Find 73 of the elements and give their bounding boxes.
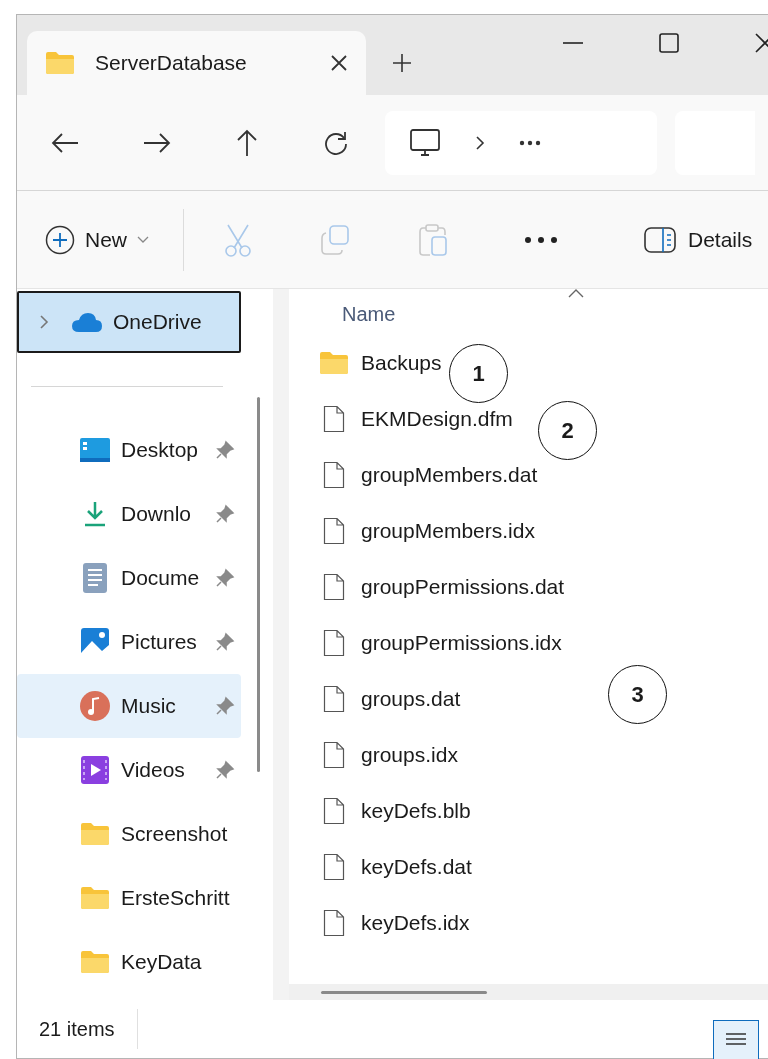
details-button[interactable]: Details [644,223,753,256]
file-row[interactable]: keyDefs.blb [319,783,471,839]
tab-title: ServerDatabase [95,50,248,77]
file-row[interactable]: groupMembers.idx [319,503,535,559]
file-row[interactable]: Backups [319,335,442,391]
folder-icon [80,822,110,846]
pin-icon [215,760,235,780]
sidebar-item[interactable]: ErsteSchritt [17,866,241,930]
close-icon[interactable] [330,54,348,72]
file-icon [323,797,345,825]
up-arrow-icon[interactable] [235,128,259,157]
file-row[interactable]: groupMembers.dat [319,447,538,503]
sidebar-item[interactable]: Docume [17,546,241,610]
tab[interactable]: ServerDatabase [27,31,366,95]
more-icon[interactable] [524,235,558,244]
sort-caret-icon [568,289,584,298]
sidebar-item[interactable]: KeyData [17,930,241,994]
horizontal-scrollbar[interactable] [289,984,768,1000]
desktop-icon [79,437,111,463]
pin-icon [215,440,235,460]
more-icon[interactable] [519,139,541,146]
file-row[interactable]: groupPermissions.idx [319,615,562,671]
file-row[interactable]: groups.dat [319,671,461,727]
picture-icon [80,627,110,657]
maximize-icon[interactable] [659,33,679,53]
folder-icon [319,351,349,375]
sidebar-item[interactable]: Videos [17,738,241,802]
file-icon [323,909,345,937]
file-icon [323,461,345,489]
details-view-button[interactable] [713,1020,759,1059]
sidebar-item[interactable]: Pictures [17,610,241,674]
cloud-icon [71,311,103,333]
file-row[interactable]: keyDefs.dat [319,839,472,895]
chevron-right-icon [39,314,49,330]
sidebar-item[interactable]: Downlo [17,482,241,546]
file-icon [323,573,345,601]
video-icon [80,755,110,785]
scrollbar-thumb[interactable] [321,990,487,994]
chevron-right-icon [475,134,485,151]
file-icon [323,517,345,545]
pin-icon [215,504,235,524]
document-icon [82,562,108,594]
sidebar-item[interactable]: Desktop [17,418,241,482]
add-icon[interactable] [392,53,412,73]
file-icon [323,629,345,657]
sidebar-item[interactable]: Screenshot [17,802,241,866]
music-icon [79,690,111,722]
column-header[interactable]: Name [342,299,396,329]
file-icon [323,405,345,433]
file-icon [323,685,345,713]
folder-icon [45,51,75,75]
folder-icon [80,886,110,910]
chevron-down-icon [137,235,149,244]
new-button[interactable]: New [45,223,149,256]
file-row[interactable]: groups.idx [319,727,458,783]
sidebar-item[interactable]: Music [17,674,241,738]
pin-icon [215,568,235,588]
item-count: 21 items [39,1017,115,1042]
details-pane-icon [644,226,676,253]
computer-icon [409,126,441,159]
file-row[interactable]: keyDefs.idx [319,895,470,951]
pin-icon [215,632,235,652]
file-icon [323,741,345,769]
plus-circle-icon [45,224,75,255]
forward-arrow-icon[interactable] [143,131,171,154]
sidebar-item[interactable]: OneDrive [17,291,241,353]
scrollbar[interactable] [257,397,260,772]
file-icon [323,853,345,881]
folder-icon [80,950,110,974]
pin-icon [215,696,235,716]
file-row[interactable]: groupPermissions.dat [319,559,565,615]
refresh-icon[interactable] [323,129,349,156]
back-arrow-icon[interactable] [51,131,79,154]
